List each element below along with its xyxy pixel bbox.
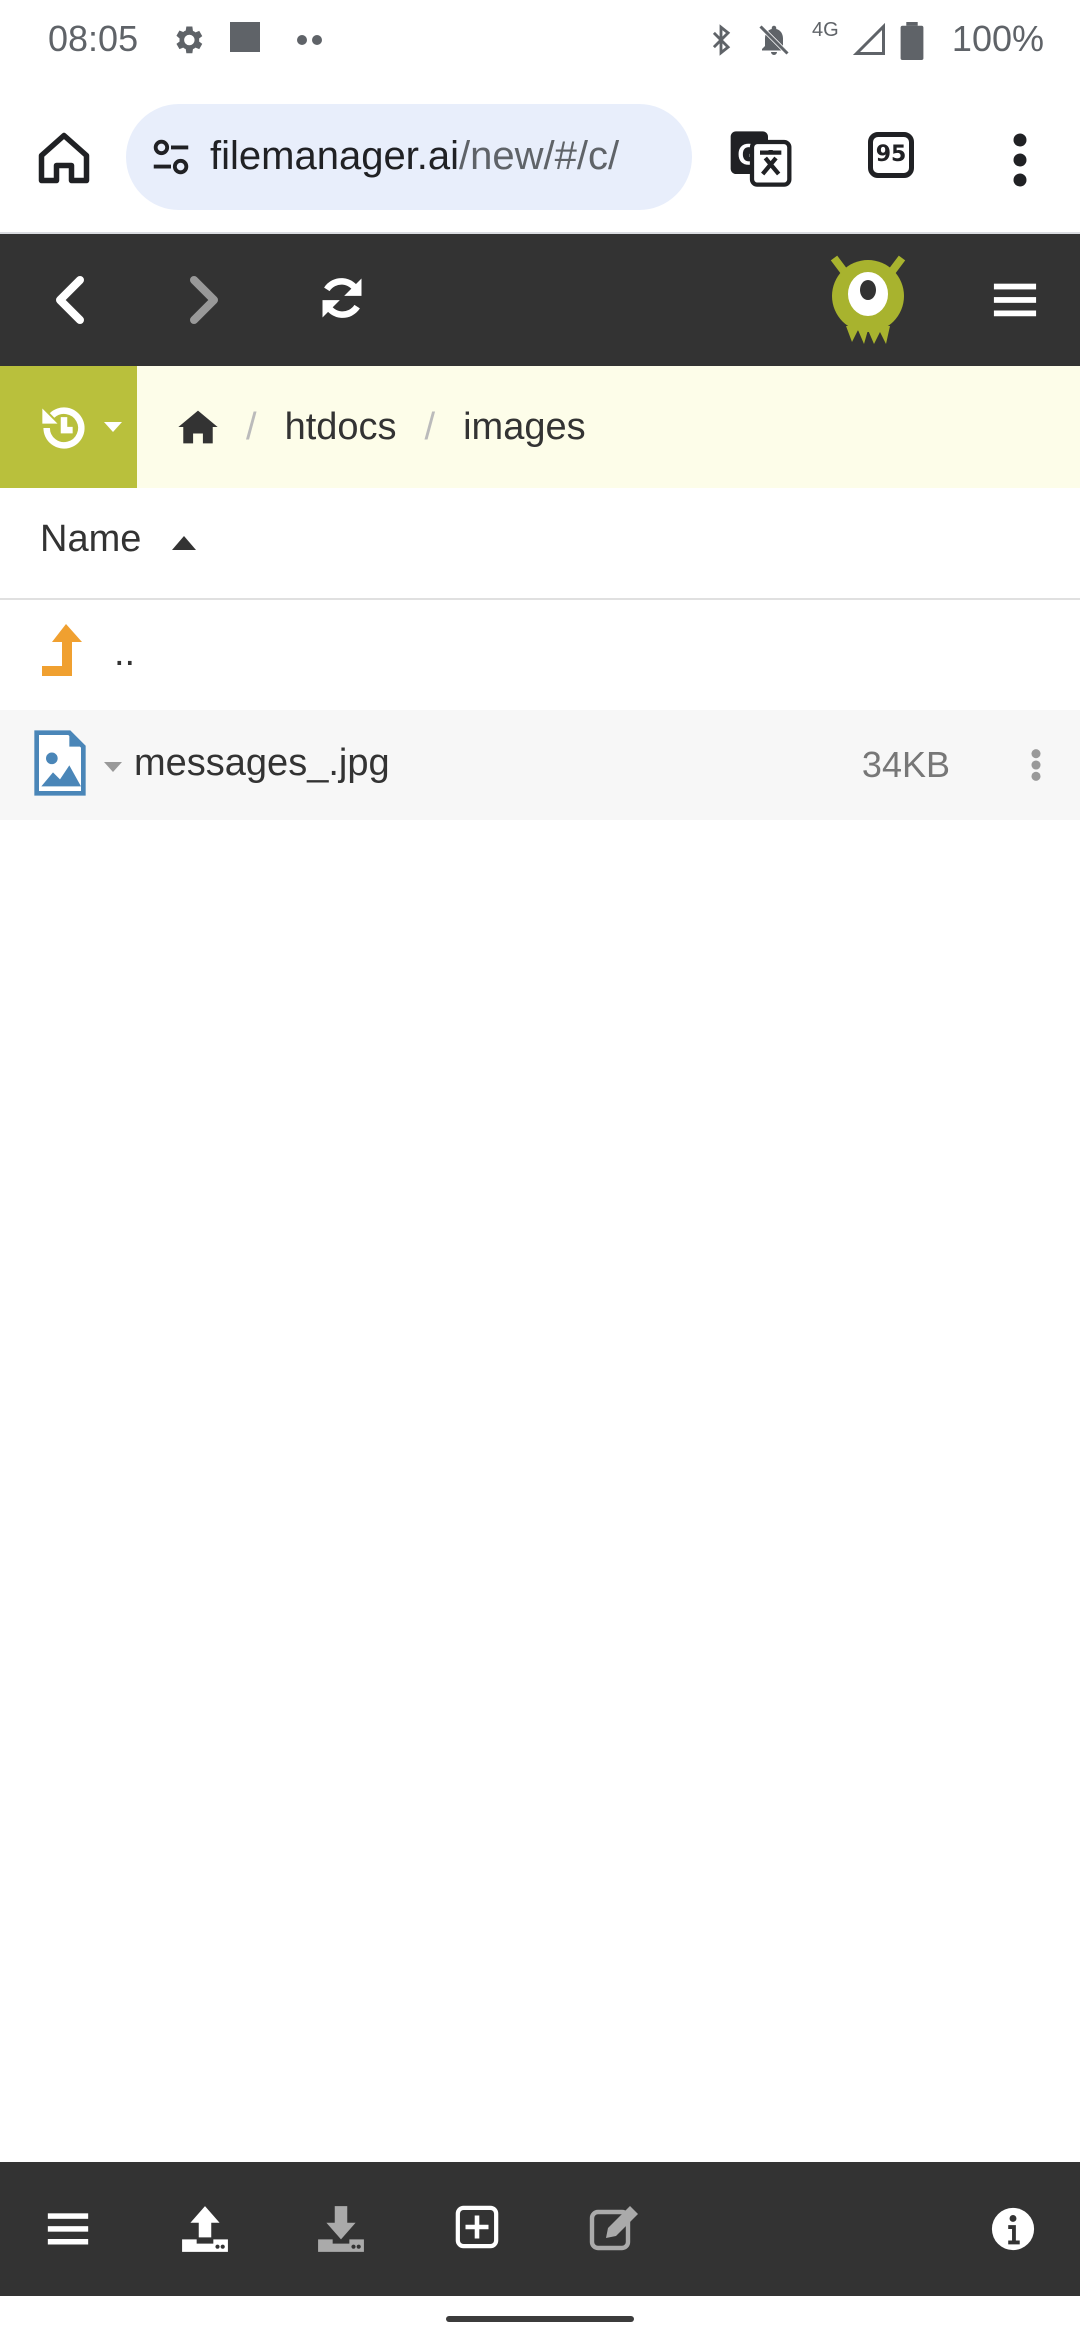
network-type: 4G [812,19,839,41]
breadcrumb-separator: / [424,405,436,448]
site-settings-icon[interactable] [148,134,194,180]
gesture-handle[interactable] [446,2316,634,2322]
breadcrumb-bar: / htdocs / images [0,366,1080,490]
up-arrow-icon [42,624,82,676]
upload-icon[interactable] [180,2204,230,2254]
battery-icon [900,22,924,60]
status-bar: 08:05 4G 100% [0,0,1080,84]
url-text: filemanager.ai/new/#/c/ [210,134,619,179]
breadcrumb-item-htdocs[interactable]: htdocs [285,406,397,449]
file-name: messages_.jpg [134,742,390,784]
stop-icon [230,22,260,52]
browser-menu-icon[interactable] [1000,130,1040,190]
column-name-header[interactable]: Name [40,518,141,561]
edit-icon[interactable] [588,2204,640,2252]
breadcrumb-separator: / [246,405,257,448]
more-notifications-icon [297,35,322,45]
parent-directory-row[interactable]: .. [0,600,1080,710]
tab-switcher-button[interactable]: 95 [868,132,914,178]
refresh-icon[interactable] [316,272,368,324]
parent-directory-label: .. [114,632,136,674]
url-path: /new/#/c/ [459,134,620,178]
signal-icon [852,22,885,55]
column-header: Name [0,488,1080,600]
status-time: 08:05 [48,18,139,59]
forward-icon[interactable] [184,274,224,326]
file-more-options-icon[interactable] [1030,748,1042,782]
battery-percent: 100% [951,18,1044,59]
translate-icon[interactable]: G [728,126,792,190]
image-file-icon [34,730,86,796]
breadcrumb-item-images[interactable]: images [463,406,586,449]
download-icon[interactable] [316,2204,366,2254]
hamburger-menu-icon[interactable] [992,276,1038,322]
home-folder-icon[interactable] [178,409,218,445]
new-item-icon[interactable] [454,2204,500,2250]
bottom-toolbar [0,2162,1080,2296]
app-logo[interactable] [826,254,910,346]
url-host: filemanager.ai [210,134,460,178]
settings-icon [176,26,203,54]
address-bar[interactable]: filemanager.ai/new/#/c/ [126,104,692,210]
home-icon[interactable] [34,128,94,188]
app-toolbar [0,234,1080,366]
browser-toolbar: filemanager.ai/new/#/c/ G 95 [0,84,1080,234]
file-size: 34KB [861,744,950,785]
history-icon [42,407,85,449]
chevron-down-icon [104,422,122,432]
sort-ascending-icon[interactable] [172,536,196,550]
bluetooth-icon [712,24,731,56]
history-button[interactable] [0,366,137,488]
list-menu-icon[interactable] [46,2206,90,2250]
info-icon[interactable] [990,2206,1036,2252]
file-dropdown-icon[interactable] [104,762,122,772]
back-icon[interactable] [50,274,90,326]
breadcrumb: / htdocs / images [178,366,586,488]
file-row[interactable]: messages_.jpg 34KB [0,710,1080,820]
notifications-off-icon [758,24,790,56]
